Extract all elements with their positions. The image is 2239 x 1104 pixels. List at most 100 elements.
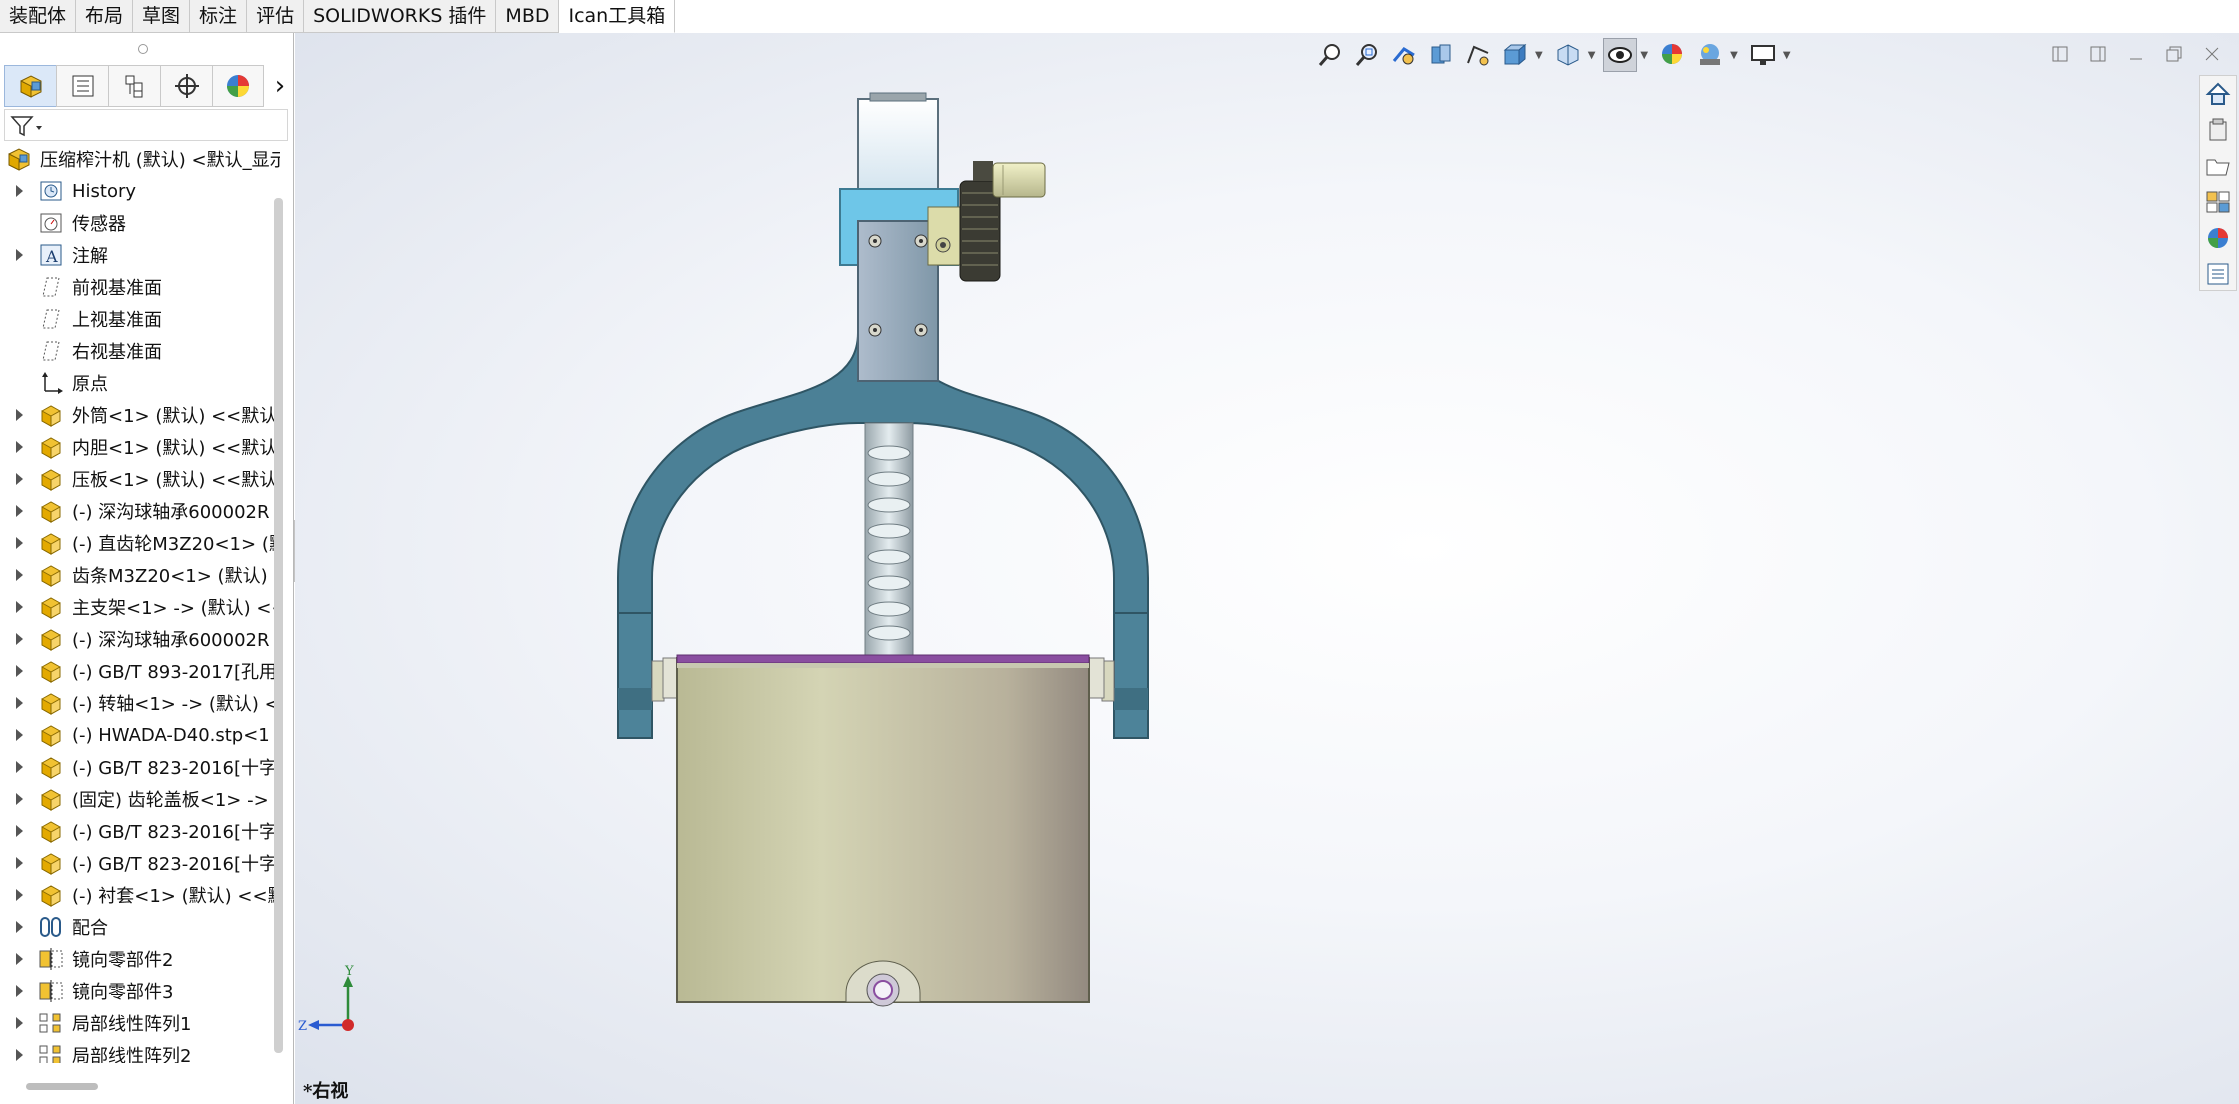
tree-item[interactable]: 原点 <box>0 367 280 399</box>
tab-5[interactable]: SOLIDWORKS 插件 <box>304 0 497 33</box>
part-icon <box>36 849 66 877</box>
part-icon <box>36 689 66 717</box>
tree-item[interactable]: (-) GB/T 823-2016[十字 <box>0 815 280 847</box>
expand-arrow-icon[interactable] <box>12 984 26 998</box>
expand-arrow-icon[interactable] <box>12 664 26 678</box>
tree-item[interactable]: 右视基准面 <box>0 335 280 367</box>
tree-item-label: (固定) 齿轮盖板<1> -> <box>72 790 269 811</box>
tree-item-label: (-) GB/T 823-2016[十字 <box>72 822 278 843</box>
tree-item[interactable]: 上视基准面 <box>0 303 280 335</box>
gear-handle-assembly[interactable] <box>927 161 1046 282</box>
tree-root-assembly[interactable]: 压缩榨汁机 (默认) <默认_显示 <box>0 143 280 175</box>
tree-item-label: (-) GB/T 823-2016[十字 <box>72 854 278 875</box>
tree-item[interactable]: 局部线性阵列2 <box>0 1039 280 1063</box>
tree-item[interactable]: 外筒<1> (默认) <<默认 <box>0 399 280 431</box>
expand-arrow-icon[interactable] <box>12 184 26 198</box>
panel-grip-handle[interactable] <box>138 44 148 54</box>
tree-item-label: 压板<1> (默认) <<默认 <box>72 470 278 491</box>
graphics-area[interactable]: ▼ ▼ ▼ ▼ ▼ Y Z *右视 <box>295 33 2239 1104</box>
expand-arrow-icon[interactable] <box>12 824 26 838</box>
expand-arrow-icon[interactable] <box>12 696 26 710</box>
tab-2[interactable]: 草图 <box>133 0 191 33</box>
tree-item[interactable]: (-) 深沟球轴承600002R <box>0 495 280 527</box>
expand-arrow-icon[interactable] <box>12 728 26 742</box>
tree-item-label: 传感器 <box>72 214 126 235</box>
tree-item[interactable]: 配合 <box>0 911 280 943</box>
tab-3[interactable]: 标注 <box>190 0 248 33</box>
tree-item[interactable]: History <box>0 175 280 207</box>
mates-icon <box>36 913 66 941</box>
propertymanager-tab[interactable] <box>56 65 108 107</box>
tree-item-label: 上视基准面 <box>72 310 162 331</box>
tab-1[interactable]: 布局 <box>76 0 134 33</box>
assembly-icon <box>20 75 41 98</box>
expand-arrow-icon[interactable] <box>12 440 26 454</box>
tree-item-label: (-) GB/T 823-2016[十字 <box>72 758 278 779</box>
linear-pattern-icon <box>36 1009 66 1037</box>
tree-item[interactable]: (-) 深沟球轴承600002R <box>0 623 280 655</box>
tree-item[interactable]: 齿条M3Z20<1> (默认) < <box>0 559 280 591</box>
expand-arrow-icon[interactable] <box>12 1016 26 1030</box>
tab-6[interactable]: MBD <box>496 0 560 33</box>
triad-z-label: Z <box>298 1019 307 1034</box>
tree-item[interactable]: (-) 直齿轮M3Z20<1> (默 <box>0 527 280 559</box>
expand-arrow-icon[interactable] <box>12 408 26 422</box>
tab-4[interactable]: 评估 <box>247 0 305 33</box>
tree-item[interactable]: 镜向零部件3 <box>0 975 280 1007</box>
expand-arrow-icon[interactable] <box>12 248 26 262</box>
dimxpert-tab[interactable] <box>160 65 212 107</box>
expand-arrow-icon[interactable] <box>12 920 26 934</box>
expand-arrow-icon[interactable] <box>12 472 26 486</box>
expand-arrow-icon[interactable] <box>12 504 26 518</box>
featuremanager-panel: › 压缩榨汁机 (默认) <默认_显示 History 传感器 A 注解 前视基准面上视基… <box>0 33 294 1104</box>
tree-item-label: (-) 深沟球轴承600002R <box>72 630 270 651</box>
tree-item[interactable]: 前视基准面 <box>0 271 280 303</box>
featuremanager-tab[interactable] <box>4 65 56 107</box>
expand-arrow-icon[interactable] <box>12 952 26 966</box>
part-icon <box>36 497 66 525</box>
configurationmanager-tab[interactable] <box>108 65 160 107</box>
tree-item-label: (-) HWADA-D40.stp<1 <box>72 724 270 746</box>
tree-item[interactable]: 主支架<1> -> (默认) << <box>0 591 280 623</box>
expand-arrow-icon[interactable] <box>12 632 26 646</box>
tree-horizontal-scrollbar[interactable] <box>26 1083 98 1090</box>
part-icon <box>36 561 66 589</box>
expand-arrow-icon[interactable] <box>12 1048 26 1062</box>
expand-arrow-icon[interactable] <box>12 856 26 870</box>
tree-vertical-scrollbar[interactable] <box>274 198 283 1053</box>
tree-item[interactable]: (-) 转轴<1> -> (默认) < <box>0 687 280 719</box>
filter-icon[interactable] <box>9 114 49 138</box>
tree-item[interactable]: 镜向零部件2 <box>0 943 280 975</box>
tree-item-label: 内胆<1> (默认) <<默认 <box>72 438 278 459</box>
tree-item[interactable]: (-) 衬套<1> (默认) <<默 <box>0 879 280 911</box>
tree-item[interactable]: 局部线性阵列1 <box>0 1007 280 1039</box>
tree-item[interactable]: A 注解 <box>0 239 280 271</box>
tree-item[interactable]: (-) GB/T 823-2016[十字 <box>0 847 280 879</box>
display-manager-tab[interactable] <box>212 65 264 107</box>
juicer-assembly-model[interactable] <box>295 33 2239 1104</box>
expand-arrow-icon[interactable] <box>12 568 26 582</box>
tree-item[interactable]: (固定) 齿轮盖板<1> -> <box>0 783 280 815</box>
tree-item[interactable]: (-) HWADA-D40.stp<1 <box>0 719 280 751</box>
part-icon <box>36 625 66 653</box>
tree-item[interactable]: (-) GB/T 893-2017[孔用 <box>0 655 280 687</box>
expand-arrow-icon[interactable] <box>12 536 26 550</box>
expand-arrow-icon[interactable] <box>12 792 26 806</box>
outer-cylinder[interactable] <box>651 654 1115 1007</box>
expand-arrow-icon[interactable] <box>12 760 26 774</box>
tree-item[interactable]: (-) GB/T 823-2016[十字 <box>0 751 280 783</box>
tree-item[interactable]: 传感器 <box>0 207 280 239</box>
tree-item-label: 注解 <box>72 246 108 267</box>
tree-item[interactable]: 内胆<1> (默认) <<默认 <box>0 431 280 463</box>
part-icon <box>36 529 66 557</box>
tree-filter[interactable] <box>4 109 288 141</box>
configuration-icon <box>125 75 142 98</box>
tree-item-label: 原点 <box>72 374 108 395</box>
rack-rod[interactable] <box>864 422 914 656</box>
tab-0[interactable]: 装配体 <box>0 0 77 33</box>
expand-arrow-icon[interactable] <box>12 888 26 902</box>
tab-7[interactable]: Ican工具箱 <box>559 0 676 33</box>
more-tabs-chevron-icon[interactable]: › <box>268 69 292 103</box>
expand-arrow-icon[interactable] <box>12 600 26 614</box>
tree-item[interactable]: 压板<1> (默认) <<默认 <box>0 463 280 495</box>
